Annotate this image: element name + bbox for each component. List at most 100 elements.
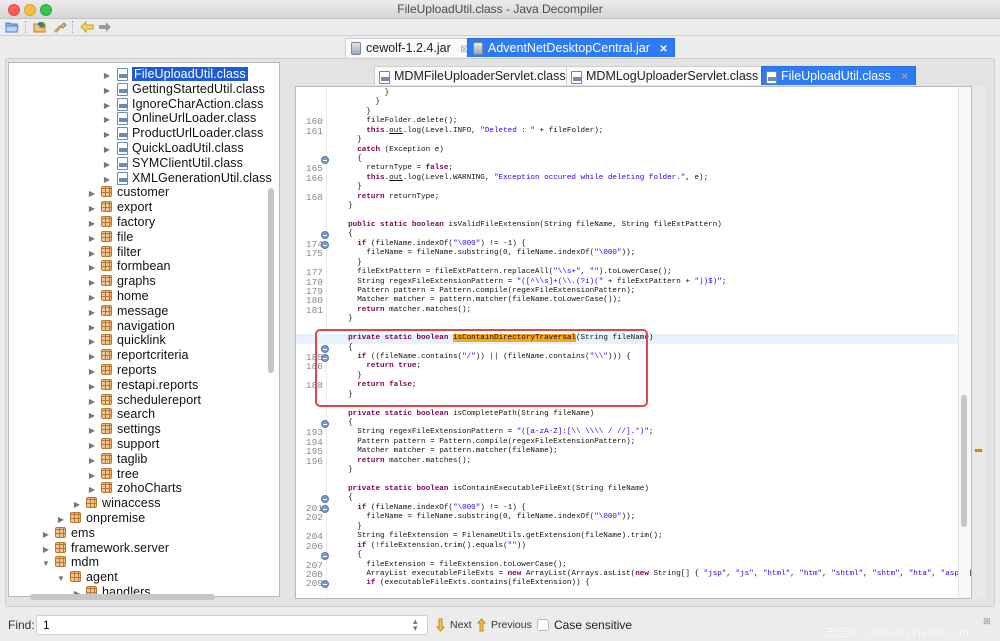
collapsed-arrow-icon[interactable]: ▶ bbox=[86, 364, 98, 379]
collapsed-arrow-icon[interactable]: ▶ bbox=[86, 394, 98, 409]
tree-item-package[interactable]: ▶ winaccess bbox=[71, 496, 161, 511]
collapsed-arrow-icon[interactable]: ▶ bbox=[86, 201, 98, 216]
collapsed-arrow-icon[interactable]: ▶ bbox=[86, 305, 98, 320]
fold-collapse-icon[interactable] bbox=[321, 552, 329, 561]
expanded-arrow-icon[interactable]: ▼ bbox=[40, 556, 52, 571]
tab-mdm-log-uploader-servlet[interactable]: MDMLogUploaderServlet.class ⊠ bbox=[566, 66, 784, 85]
tree-item-class[interactable]: ▶ IgnoreCharAction.class bbox=[101, 97, 263, 112]
tree-item-package[interactable]: ▶ taglib bbox=[86, 452, 148, 468]
tree-item-class[interactable]: ▶ ProductUrlLoader.class bbox=[101, 126, 263, 141]
tree-item-package[interactable]: ▶ tree bbox=[86, 467, 139, 482]
editor-vertical-scrollbar[interactable] bbox=[961, 395, 967, 527]
code-editor[interactable]: } } } 160 fileFolder.delete(); 161 this.ou… bbox=[295, 86, 972, 599]
tab-adventnet-jar[interactable]: AdventNetDesktopCentral.jar ✕ bbox=[467, 38, 675, 57]
window-close-button[interactable] bbox=[8, 4, 20, 16]
tree-item-package[interactable]: ▶ graphs bbox=[86, 274, 156, 289]
collapsed-arrow-icon[interactable]: ▶ bbox=[86, 290, 98, 305]
collapsed-arrow-icon[interactable]: ▶ bbox=[86, 438, 98, 453]
fold-collapse-icon[interactable] bbox=[321, 580, 329, 589]
window-minimize-button[interactable] bbox=[24, 4, 36, 16]
tree-item-class[interactable]: ▶ SYMClientUtil.class bbox=[101, 156, 243, 171]
tree-item-package[interactable]: ▶ message bbox=[86, 304, 168, 319]
tree-item-package[interactable]: ▶ onpremise bbox=[55, 511, 145, 526]
expanded-arrow-icon[interactable]: ▼ bbox=[55, 571, 67, 586]
find-previous-button[interactable]: Previous bbox=[475, 617, 532, 633]
case-sensitive-checkbox[interactable] bbox=[537, 619, 549, 631]
tree-item-class[interactable]: ▶ QuickLoadUtil.class bbox=[101, 141, 244, 156]
tree-item-package[interactable]: ▶ home bbox=[86, 289, 149, 304]
tree-item-package[interactable]: ▶ factory bbox=[86, 215, 155, 230]
code-text: { bbox=[339, 155, 362, 163]
collapsed-arrow-icon[interactable]: ▶ bbox=[71, 497, 83, 512]
collapsed-arrow-icon[interactable]: ▶ bbox=[101, 127, 113, 142]
tree-item-package[interactable]: ▶ file bbox=[86, 230, 133, 245]
collapsed-arrow-icon[interactable]: ▶ bbox=[86, 216, 98, 231]
tree-item-package[interactable]: ▶ settings bbox=[86, 422, 161, 437]
collapsed-arrow-icon[interactable]: ▶ bbox=[101, 112, 113, 127]
tree-item-package[interactable]: ▶ reportcriteria bbox=[86, 348, 189, 363]
collapsed-arrow-icon[interactable]: ▶ bbox=[86, 275, 98, 290]
collapsed-arrow-icon[interactable]: ▶ bbox=[55, 512, 67, 527]
tree-item-package[interactable]: ▶ zohoCharts bbox=[86, 481, 182, 496]
collapsed-arrow-icon[interactable]: ▶ bbox=[101, 83, 113, 98]
back-icon[interactable] bbox=[79, 20, 95, 34]
open-file-icon[interactable] bbox=[4, 20, 20, 34]
collapsed-arrow-icon[interactable]: ▶ bbox=[86, 334, 98, 349]
collapsed-arrow-icon[interactable]: ▶ bbox=[86, 260, 98, 275]
tree-item-package[interactable]: ▶ filter bbox=[86, 245, 141, 260]
tree-item-package[interactable]: ▶ customer bbox=[86, 185, 169, 200]
tree-item-package[interactable]: ▼ agent bbox=[55, 570, 118, 585]
tree-item-class[interactable]: ▶ FileUploadUtil.class bbox=[101, 67, 248, 82]
collapsed-arrow-icon[interactable]: ▶ bbox=[86, 231, 98, 246]
tree-item-class[interactable]: ▶ GettingStartedUtil.class bbox=[101, 82, 265, 97]
tree-item-class[interactable]: ▶ OnlineUrlLoader.class bbox=[101, 111, 256, 126]
resize-grip-icon[interactable]: ⊠ bbox=[983, 616, 991, 627]
tree-item-package[interactable]: ▶ restapi.reports bbox=[86, 378, 198, 393]
tree-item-package[interactable]: ▶ framework.server bbox=[40, 541, 169, 556]
find-input[interactable]: 1 bbox=[36, 615, 428, 635]
tree-item-package[interactable]: ▶ reports bbox=[86, 363, 157, 378]
collapsed-arrow-icon[interactable]: ▶ bbox=[40, 542, 52, 557]
find-next-button[interactable]: Next bbox=[434, 617, 472, 633]
open-type-icon[interactable] bbox=[32, 20, 48, 34]
tree-item-package[interactable]: ▶ schedulereport bbox=[86, 393, 201, 408]
tree-item-package[interactable]: ▶ quicklink bbox=[86, 333, 166, 348]
collapsed-arrow-icon[interactable]: ▶ bbox=[86, 423, 98, 438]
close-icon[interactable]: ✕ bbox=[900, 72, 908, 83]
collapsed-arrow-icon[interactable]: ▶ bbox=[86, 246, 98, 261]
collapsed-arrow-icon[interactable]: ▶ bbox=[101, 157, 113, 172]
tab-mdm-file-uploader-servlet[interactable]: MDMFileUploaderServlet.class ⊠ bbox=[374, 66, 591, 85]
tree-item-package[interactable]: ▼ mdm bbox=[40, 555, 99, 570]
collapsed-arrow-icon[interactable]: ▶ bbox=[86, 320, 98, 335]
tree-item-package[interactable]: ▶ navigation bbox=[86, 319, 175, 334]
tab-cewolf-jar[interactable]: cewolf-1.2.4.jar ⊠ bbox=[345, 38, 476, 57]
collapsed-arrow-icon[interactable]: ▶ bbox=[101, 142, 113, 157]
tree-item-label: framework.server bbox=[71, 540, 170, 555]
collapsed-arrow-icon[interactable]: ▶ bbox=[86, 379, 98, 394]
tree-item-package[interactable]: ▶ search bbox=[86, 407, 155, 422]
collapsed-arrow-icon[interactable]: ▶ bbox=[101, 172, 113, 187]
collapsed-arrow-icon[interactable]: ▶ bbox=[86, 482, 98, 497]
search-icon[interactable] bbox=[52, 20, 68, 34]
collapsed-arrow-icon[interactable]: ▶ bbox=[101, 98, 113, 113]
collapsed-arrow-icon[interactable]: ▶ bbox=[86, 408, 98, 423]
tab-file-upload-util[interactable]: FileUploadUtil.class ✕ bbox=[761, 66, 916, 85]
collapsed-arrow-icon[interactable]: ▶ bbox=[40, 527, 52, 542]
tree-horizontal-scrollbar[interactable] bbox=[30, 594, 215, 600]
tree-item-class[interactable]: ▶ XMLGenerationUtil.class bbox=[101, 171, 272, 186]
collapsed-arrow-icon[interactable]: ▶ bbox=[86, 453, 98, 468]
forward-icon[interactable] bbox=[97, 20, 113, 34]
window-maximize-button[interactable] bbox=[40, 4, 52, 16]
find-history-stepper[interactable]: ▴ ▾ bbox=[413, 617, 418, 633]
tree-item-package[interactable]: ▶ export bbox=[86, 200, 152, 215]
collapsed-arrow-icon[interactable]: ▶ bbox=[86, 468, 98, 483]
collapsed-arrow-icon[interactable]: ▶ bbox=[86, 349, 98, 364]
search-match-marker[interactable] bbox=[975, 449, 982, 452]
tree-item-package[interactable]: ▶ ems bbox=[40, 526, 95, 541]
tree-item-package[interactable]: ▶ formbean bbox=[86, 259, 171, 274]
tree-item-package[interactable]: ▶ support bbox=[86, 437, 159, 452]
collapsed-arrow-icon[interactable]: ▶ bbox=[101, 68, 113, 83]
collapsed-arrow-icon[interactable]: ▶ bbox=[86, 186, 98, 201]
close-icon[interactable]: ✕ bbox=[659, 44, 667, 55]
tree-vertical-scrollbar[interactable] bbox=[268, 188, 274, 373]
